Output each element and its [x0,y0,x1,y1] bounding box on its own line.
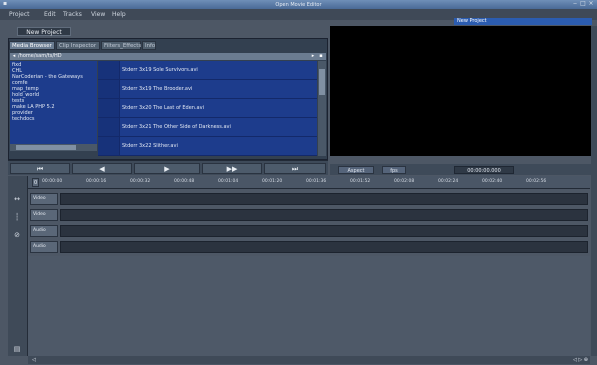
monitor-timecode: 00:00:00.000 [454,166,514,174]
file-name: Stderr 3x21 The Other Side of Darkness.a… [122,124,231,130]
file-thumbnail [98,137,120,155]
transport-bar: ⏮ ◀ ▶ ▶▶ ⏭ [8,160,328,175]
step-back-button[interactable]: ◀ [72,163,132,174]
monitor-title: New Project [457,18,487,24]
tab-media-browser[interactable]: Media Browser [9,41,55,50]
scrollbar-thumb[interactable] [319,69,325,95]
file-name: Stderr 3x22 Slither.avi [122,143,178,149]
path-refresh-icon[interactable]: ▸ [310,53,316,60]
file-thumbnail [98,99,120,117]
timeline-scrollbar[interactable]: ◁ ◁ ▷ ⊕ [28,356,590,364]
scrollbar-thumb[interactable] [16,145,76,150]
fps-select[interactable]: fps [382,166,406,174]
path-up-icon[interactable]: ◂ [11,53,17,60]
timeline-toolbar: ↔ ┆ ⊘ ▤ [8,176,28,356]
ruler-tick: 00:02:24 [438,179,459,184]
razor-tool-icon[interactable]: ┆ [10,212,24,222]
file-name: Stderr 3x19 Sole Survivors.avi [122,67,198,73]
step-forward-button[interactable]: ▶▶ [202,163,262,174]
ruler-start-button[interactable]: 0 [32,178,40,187]
menu-tracks[interactable]: Tracks [63,11,82,18]
minimize-icon[interactable]: ‒ [572,1,578,7]
aspect-select[interactable]: Aspect [338,166,374,174]
list-item[interactable]: Stderr 3x19 Sole Survivors.avi [98,61,317,80]
play-button[interactable]: ▶ [134,163,200,174]
monitor-titlebar: New Project [454,18,592,25]
folder-item[interactable]: techdocs [12,116,35,122]
menu-project[interactable]: Project [9,11,30,18]
track-header-video-2[interactable]: Video [30,209,58,221]
tab-filters-effects[interactable]: Filters_Effects [101,41,141,50]
ruler-tick: 00:01:20 [262,179,283,184]
ruler-tick: 00:00:00 [42,179,63,184]
ruler-tick: 00:02:08 [394,179,415,184]
list-item[interactable]: Stderr 3x20 The Last of Eden.avi [98,99,317,118]
scroll-left-icon[interactable]: ◁ [32,356,36,364]
timeline-ruler[interactable]: 0 00:00:00 00:00:16 00:00:32 00:00:48 00… [28,176,590,189]
ruler-tick: 00:01:04 [218,179,239,184]
arrow-tool-icon[interactable]: ↔ [10,194,24,204]
track-header-video-1[interactable]: Video [30,193,58,205]
path-bar: ◂ /home/sam/ts/HD ▸ ▪ [10,53,326,60]
file-thumbnail [98,61,120,79]
project-name-button[interactable]: New Project [17,27,71,36]
folder-list: fixd CHL NarCoderian - the Gateways comf… [10,61,97,144]
track-header-audio-2[interactable]: Audio [30,241,58,253]
maximize-icon[interactable]: □ [580,1,586,7]
zoom-controls[interactable]: ◁ ▷ ⊕ [573,356,588,364]
ruler-tick: 00:00:16 [86,179,107,184]
window-titlebar: ▪ Open Movie Editor ‒ □ × [0,0,597,9]
ruler-tick: 00:00:32 [130,179,151,184]
menu-edit[interactable]: Edit [44,11,56,18]
tab-info[interactable]: Info [142,41,156,50]
video-monitor [330,26,592,156]
track-lane[interactable] [60,241,588,253]
file-list: Stderr 3x19 Sole Survivors.avi Stderr 3x… [98,61,317,156]
timeline-empty-area[interactable] [28,256,590,356]
trash-icon[interactable]: ▤ [10,344,24,354]
file-name: Stderr 3x20 The Last of Eden.avi [122,105,204,111]
list-item[interactable]: Stderr 3x21 The Other Side of Darkness.a… [98,118,317,137]
list-item[interactable]: Stderr 3x22 Slither.avi [98,137,317,156]
ruler-tick: 00:00:48 [174,179,195,184]
window-title: Open Movie Editor [275,1,322,8]
track-header-audio-1[interactable]: Audio [30,225,58,237]
file-vertical-scrollbar[interactable] [318,61,326,156]
right-scrollbar[interactable] [591,26,597,356]
ruler-tick: 00:02:40 [482,179,503,184]
track-lane[interactable] [60,209,588,221]
file-thumbnail [98,118,120,136]
menu-help[interactable]: Help [112,11,126,18]
folder-horizontal-scrollbar[interactable] [10,144,97,151]
skip-start-button[interactable]: ⏮ [10,163,70,174]
track-lane[interactable] [60,225,588,237]
tab-clip-inspector[interactable]: Clip Inspector [56,41,100,50]
ruler-tick: 00:01:36 [306,179,327,184]
monitor-controls: Aspect fps 00:00:00.000 [330,164,592,175]
ruler-tick: 00:01:52 [350,179,371,184]
file-name: Stderr 3x19 The Brooder.avi [122,86,193,92]
skip-end-button[interactable]: ⏭ [264,163,326,174]
close-icon[interactable]: × [588,1,594,7]
list-item[interactable]: Stderr 3x19 The Brooder.avi [98,80,317,99]
path-label: /home/sam/ts/HD [18,53,62,59]
ruler-tick: 00:02:56 [526,179,547,184]
link-tool-icon[interactable]: ⊘ [10,230,24,240]
track-lane[interactable] [60,193,588,205]
menu-view[interactable]: View [91,11,105,18]
file-thumbnail [98,80,120,98]
path-home-icon[interactable]: ▪ [318,53,324,60]
